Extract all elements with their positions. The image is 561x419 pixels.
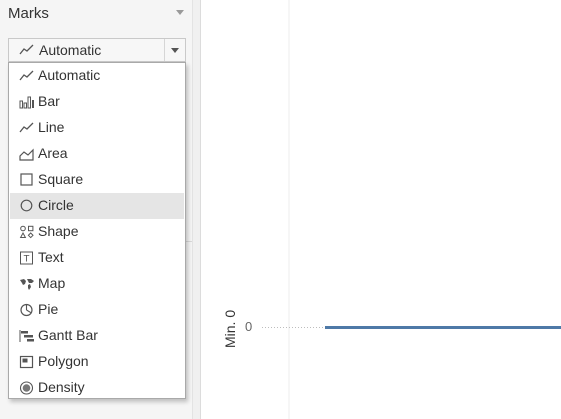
menu-item-pie[interactable]: Pie [10, 297, 184, 323]
polygon-icon [19, 355, 34, 369]
text-icon: T [20, 251, 33, 265]
menu-item-label: Bar [38, 93, 60, 109]
menu-item-automatic[interactable]: Automatic [10, 63, 184, 89]
menu-item-label: Map [38, 275, 66, 291]
menu-item-map[interactable]: Map [10, 271, 184, 297]
menu-item-text[interactable]: T Text [10, 245, 184, 271]
mark-type-menu: Automatic Bar Line Area Square Circle Sh… [8, 62, 186, 399]
menu-item-label: Automatic [38, 67, 101, 83]
line-icon [19, 122, 34, 133]
menu-item-label: Area [38, 145, 68, 161]
menu-item-line[interactable]: Line [10, 115, 184, 141]
menu-item-label: Polygon [38, 353, 89, 369]
automatic-line-icon [19, 70, 34, 81]
menu-item-area[interactable]: Area [10, 141, 184, 167]
menu-item-shape[interactable]: Shape [10, 219, 184, 245]
menu-item-square[interactable]: Square [10, 167, 184, 193]
menu-item-label: Line [38, 119, 65, 135]
menu-item-label: Shape [38, 223, 79, 239]
menu-item-density[interactable]: Density [10, 375, 184, 401]
square-icon [20, 173, 33, 186]
circle-icon [20, 199, 33, 212]
menu-item-label: Text [38, 249, 64, 265]
y-axis-title: Min. 0 [222, 309, 238, 348]
svg-text:T: T [23, 255, 30, 265]
density-icon [19, 381, 34, 395]
menu-item-label: Circle [38, 197, 74, 213]
pie-icon [20, 303, 33, 317]
gantt-bar-icon [19, 330, 34, 342]
menu-item-label: Square [38, 171, 84, 187]
menu-item-gantt-bar[interactable]: Gantt Bar [10, 323, 184, 349]
menu-item-bar[interactable]: Bar [10, 89, 184, 115]
area-icon [19, 148, 34, 161]
menu-item-polygon[interactable]: Polygon [10, 349, 184, 375]
menu-item-label: Density [38, 379, 85, 395]
shape-icon [19, 225, 34, 239]
bar-icon [19, 96, 34, 109]
menu-item-label: Gantt Bar [38, 327, 98, 343]
menu-item-label: Pie [38, 301, 59, 317]
map-icon [20, 279, 34, 290]
y-axis-tick-label: 0 [245, 319, 253, 334]
menu-item-circle[interactable]: Circle [10, 193, 184, 219]
